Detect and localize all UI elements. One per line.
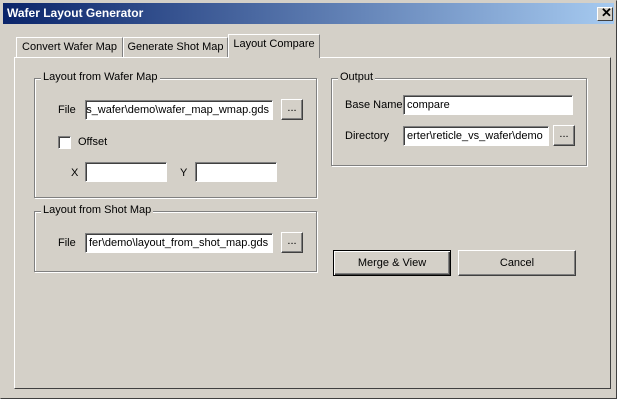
output-group: Output Base Name compare Directory erter…: [331, 71, 587, 166]
close-icon: ✕: [601, 5, 612, 20]
tab-label: Convert Wafer Map: [22, 41, 117, 53]
title-bar: Wafer Layout Generator ✕: [3, 3, 614, 24]
shot-map-group-label: Layout from Shot Map: [41, 204, 154, 216]
tab-label: Generate Shot Map: [127, 41, 224, 53]
directory-label: Directory: [345, 130, 390, 142]
x-label: X: [71, 167, 79, 179]
y-input[interactable]: [195, 162, 277, 182]
directory-input[interactable]: erter\reticle_vs_wafer\demo: [403, 126, 549, 146]
offset-checkbox[interactable]: [58, 136, 71, 149]
wafer-file-browse-button[interactable]: ...: [281, 99, 303, 120]
tab-panel-layout-compare: Layout from Wafer Map File s_wafer\demo\…: [14, 57, 611, 389]
app-window: Wafer Layout Generator ✕ Convert Wafer M…: [0, 0, 617, 399]
shot-map-group: Layout from Shot Map File fer\demo\layou…: [34, 204, 317, 272]
output-group-label: Output: [338, 71, 376, 83]
shot-file-input[interactable]: fer\demo\layout_from_shot_map.gds: [85, 233, 273, 253]
tab-label: Layout Compare: [233, 38, 315, 50]
x-input[interactable]: [85, 162, 167, 182]
offset-label: Offset: [78, 136, 108, 148]
tab-layout-compare[interactable]: Layout Compare: [228, 34, 320, 58]
wafer-map-group: Layout from Wafer Map File s_wafer\demo\…: [34, 71, 317, 198]
wafer-map-group-label: Layout from Wafer Map: [41, 71, 160, 83]
shot-file-browse-button[interactable]: ...: [281, 232, 303, 253]
cancel-button[interactable]: Cancel: [458, 250, 576, 276]
wafer-file-input[interactable]: s_wafer\demo\wafer_map_wmap.gds: [85, 100, 273, 120]
tab-convert-wafer-map[interactable]: Convert Wafer Map: [16, 37, 123, 57]
base-name-label: Base Name: [345, 99, 403, 111]
tab-generate-shot-map[interactable]: Generate Shot Map: [123, 37, 228, 57]
close-button[interactable]: ✕: [597, 5, 613, 21]
base-name-input[interactable]: compare: [403, 95, 573, 115]
wafer-file-label: File: [58, 104, 76, 116]
shot-file-label: File: [58, 237, 76, 249]
directory-browse-button[interactable]: ...: [553, 125, 575, 146]
y-label: Y: [180, 167, 188, 179]
merge-view-button[interactable]: Merge & View: [333, 250, 451, 276]
window-title: Wafer Layout Generator: [7, 6, 144, 20]
